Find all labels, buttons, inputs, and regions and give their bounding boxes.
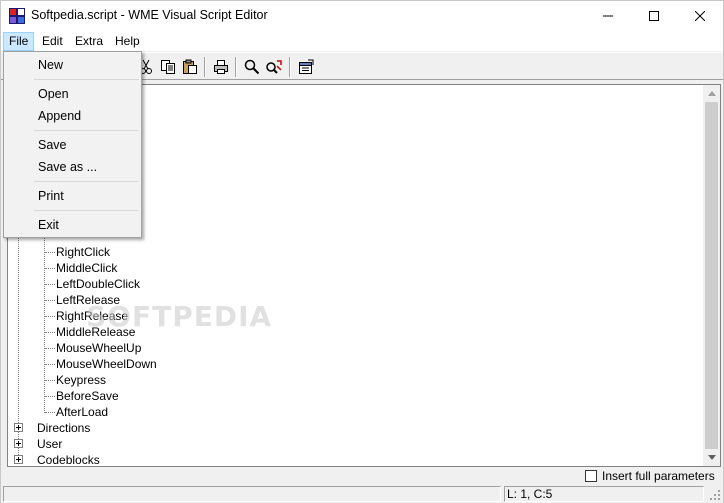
minimize-icon: [603, 15, 613, 17]
menu-item-open[interactable]: Open: [6, 83, 139, 105]
menu-separator: [34, 79, 139, 80]
menu-bar: File Edit Extra Help: [1, 31, 723, 51]
file-menu-dropdown: New Open Append Save Save as ... Print E…: [3, 51, 142, 238]
vertical-scrollbar[interactable]: [703, 85, 720, 466]
expand-plus-icon[interactable]: [14, 455, 23, 464]
tree-node-event[interactable]: Keypress: [56, 372, 106, 388]
tree-connector: [45, 332, 55, 333]
tree-node-event[interactable]: MouseWheelDown: [56, 356, 157, 372]
menu-item-save-as[interactable]: Save as ...: [6, 156, 139, 178]
tree-node-event[interactable]: RightClick: [56, 244, 110, 260]
maximize-button[interactable]: [631, 1, 677, 31]
tree-node-event[interactable]: MiddleClick: [56, 260, 117, 276]
replace-button[interactable]: [263, 56, 285, 78]
cursor-position: L: 1, C:5: [504, 486, 704, 502]
wme-app-icon: [9, 8, 25, 24]
maximize-icon: [649, 11, 659, 21]
paste-icon: [183, 59, 197, 74]
toolbar-separator: [204, 57, 206, 77]
paste-button[interactable]: [179, 56, 201, 78]
tree-node-event[interactable]: MouseWheelUp: [56, 340, 141, 356]
expand-plus-icon[interactable]: [14, 423, 23, 432]
tree-connector: [45, 252, 55, 253]
tree-connector: [45, 284, 55, 285]
tree-node-root[interactable]: User: [37, 436, 62, 452]
resize-grip-icon[interactable]: [709, 489, 721, 501]
close-button[interactable]: [677, 1, 723, 31]
menu-item-new[interactable]: New: [6, 54, 139, 76]
tree-connector: [45, 380, 55, 381]
expand-plus-icon[interactable]: [14, 439, 23, 448]
menu-item-print[interactable]: Print: [6, 185, 139, 207]
insert-full-parameters-label[interactable]: Insert full parameters: [602, 469, 715, 483]
properties-button[interactable]: [295, 56, 317, 78]
menu-item-exit[interactable]: Exit: [6, 214, 139, 236]
tree-node-event[interactable]: BeforeSave: [56, 388, 119, 404]
window-title: Softpedia.script - WME Visual Script Edi…: [31, 8, 268, 22]
properties-icon: [299, 59, 314, 74]
toolbar-separator: [289, 57, 291, 77]
minimize-button[interactable]: [585, 1, 631, 31]
find-button[interactable]: [241, 56, 263, 78]
tree-node-event[interactable]: AfterLoad: [56, 404, 108, 420]
replace-icon: [266, 60, 282, 74]
chevron-down-icon: [707, 455, 716, 460]
scroll-up-button[interactable]: [703, 85, 720, 102]
menu-file[interactable]: File: [3, 32, 35, 51]
tree-connector: [45, 396, 55, 397]
tree-connector: [45, 412, 55, 413]
menu-separator: [34, 181, 139, 182]
menu-separator: [34, 210, 139, 211]
scroll-down-button[interactable]: [703, 449, 720, 466]
title-bar[interactable]: Softpedia.script - WME Visual Script Edi…: [1, 1, 723, 31]
tree-connector: [45, 316, 55, 317]
toolbar-separator: [235, 57, 237, 77]
print-icon: [214, 60, 228, 74]
tree-node-root[interactable]: Directions: [37, 420, 90, 436]
copy-button[interactable]: [157, 56, 179, 78]
status-panel-message: [3, 486, 501, 502]
menu-help[interactable]: Help: [109, 32, 146, 51]
softpedia-watermark: SOFTPEDIA: [86, 300, 273, 333]
print-button[interactable]: [210, 56, 232, 78]
options-row: Insert full parameters: [1, 467, 723, 485]
tree-connector: [45, 268, 55, 269]
close-icon: [695, 11, 705, 21]
tree-connector: [45, 348, 55, 349]
chevron-up-icon: [707, 91, 716, 96]
menu-item-save[interactable]: Save: [6, 134, 139, 156]
tree-node-root[interactable]: Codeblocks: [37, 452, 100, 468]
tree-connector: [45, 364, 55, 365]
tree-connector: [45, 300, 55, 301]
insert-full-parameters-checkbox[interactable]: [585, 470, 597, 482]
status-bar: L: 1, C:5: [1, 485, 723, 503]
main-window: Softpedia.script - WME Visual Script Edi…: [0, 0, 724, 503]
scrollbar-thumb[interactable]: [705, 102, 718, 449]
menu-separator: [34, 130, 139, 131]
menu-extra[interactable]: Extra: [69, 32, 109, 51]
menu-item-append[interactable]: Append: [6, 105, 139, 127]
tree-node-event[interactable]: LeftDoubleClick: [56, 276, 140, 292]
menu-edit[interactable]: Edit: [36, 32, 69, 51]
copy-icon: [161, 60, 175, 74]
find-icon: [244, 59, 260, 75]
